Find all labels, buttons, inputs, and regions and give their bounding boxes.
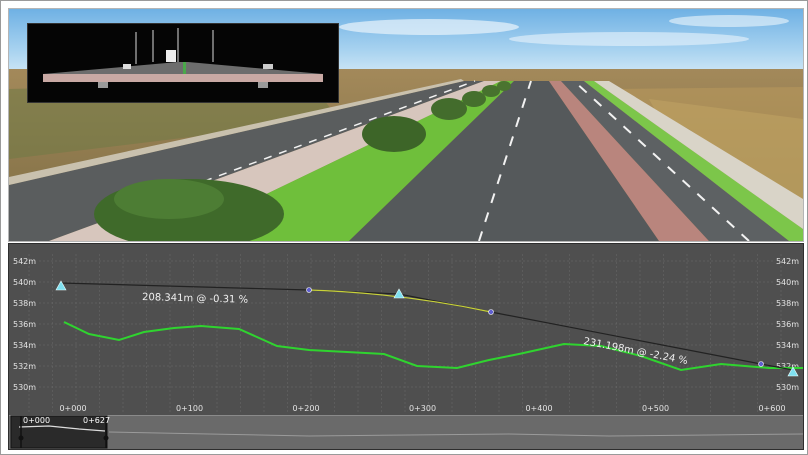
vertical-profile-panel[interactable]: 542m 542m 540m 540m 538m 538m 536m 536m 534m 534m…	[8, 243, 804, 450]
elevation-tick-label: 536m	[13, 320, 36, 329]
station-tick-label: 0+600	[758, 404, 785, 413]
overview-strip[interactable]: 0+000 0+627	[9, 415, 803, 449]
elevation-tick-label: 542m	[13, 257, 36, 266]
elevation-tick-label: 534m	[776, 341, 799, 350]
grade-end-point[interactable]	[758, 361, 764, 367]
cross-section-preview	[27, 23, 339, 103]
elevation-tick-label: 540m	[776, 278, 799, 287]
station-tick-label: 0+000	[59, 404, 86, 413]
overview-start-station: 0+000	[23, 416, 50, 425]
station-tick-label: 0+500	[642, 404, 669, 413]
elevation-tick-label: 536m	[776, 320, 799, 329]
station-tick-label: 0+400	[525, 404, 552, 413]
station-tick-label: 0+100	[176, 404, 203, 413]
vertical-curve-start-point[interactable]	[306, 287, 312, 293]
elevation-tick-label: 538m	[776, 299, 799, 308]
app-frame: 542m 542m 540m 540m 538m 538m 536m 536m 534m 534m…	[0, 0, 808, 455]
elevation-tick-label: 534m	[13, 341, 36, 350]
elevation-tick-label: 542m	[776, 257, 799, 266]
elevation-tick-label: 538m	[13, 299, 36, 308]
station-tick-label: 0+300	[409, 404, 436, 413]
elevation-tick-label: 530m	[776, 383, 799, 392]
cross-section-graphic	[28, 24, 338, 102]
station-tick-label: 0+200	[292, 404, 319, 413]
elevation-tick-label: 532m	[776, 362, 799, 371]
profile-graphic[interactable]: 542m 542m 540m 540m 538m 538m 536m 536m 534m 534m…	[9, 244, 803, 449]
elevation-tick-label: 532m	[13, 362, 36, 371]
road-3d-view[interactable]	[8, 8, 804, 242]
overview-window-station: 0+627	[83, 416, 110, 425]
elevation-tick-label: 530m	[13, 383, 36, 392]
vertical-curve-end-point[interactable]	[488, 309, 494, 315]
elevation-tick-label: 540m	[13, 278, 36, 287]
